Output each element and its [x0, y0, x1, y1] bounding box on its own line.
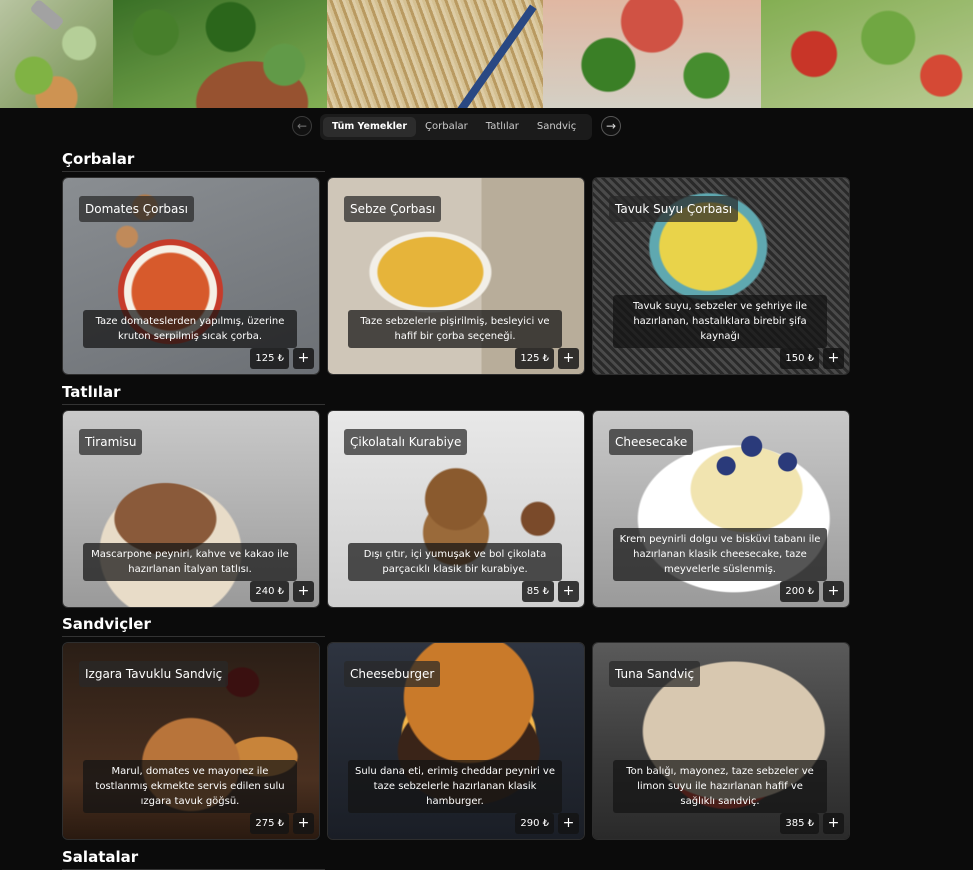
- dish-description: Marul, domates ve mayonez ile tostlanmış…: [83, 760, 297, 813]
- dish-description: Tavuk suyu, sebzeler ve şehriye ile hazı…: [613, 295, 827, 348]
- section-title-salads: Salatalar: [62, 848, 325, 870]
- dish-price: 125 ₺: [515, 348, 554, 369]
- dish-price: 290 ₺: [515, 813, 554, 834]
- dish-name: Tavuk Suyu Çorbası: [609, 196, 739, 222]
- menu-card[interactable]: Sebze Çorbası Taze sebzelerle pişirilmiş…: [327, 177, 585, 375]
- category-tabs: Tüm Yemekler Çorbalar Tatlılar Sandviç: [320, 114, 592, 140]
- add-to-cart-button[interactable]: +: [823, 581, 844, 602]
- hero-image-greens: [113, 0, 327, 108]
- menu-card[interactable]: Izgara Tavuklu Sandviç Marul, domates ve…: [62, 642, 320, 840]
- hero-banner: [0, 0, 973, 108]
- dish-name: Domates Çorbası: [79, 196, 194, 222]
- add-to-cart-button[interactable]: +: [293, 581, 314, 602]
- dish-name: Cheesecake: [609, 429, 694, 455]
- add-to-cart-button[interactable]: +: [558, 348, 579, 369]
- dish-name: Izgara Tavuklu Sandviç: [79, 661, 229, 687]
- dish-description: Krem peynirli dolgu ve bisküvi tabanı il…: [613, 528, 827, 581]
- dish-description: Sulu dana eti, erimiş cheddar peyniri ve…: [348, 760, 562, 813]
- dish-description: Ton balığı, mayonez, taze sebzeler ve li…: [613, 760, 827, 813]
- add-to-cart-button[interactable]: +: [823, 348, 844, 369]
- menu-card[interactable]: Domates Çorbası Taze domateslerden yapıl…: [62, 177, 320, 375]
- dish-price: 85 ₺: [521, 581, 554, 602]
- tab-soups[interactable]: Çorbalar: [416, 117, 477, 137]
- dish-description: Taze domateslerden yapılmış, üzerine kru…: [83, 310, 297, 348]
- add-to-cart-button[interactable]: +: [558, 581, 579, 602]
- menu-card[interactable]: Tiramisu Mascarpone peyniri, kahve ve ka…: [62, 410, 320, 608]
- section-title-sandwiches: Sandviçler: [62, 615, 325, 637]
- add-to-cart-button[interactable]: +: [293, 348, 314, 369]
- arrow-right-icon: →: [605, 119, 617, 133]
- add-to-cart-button[interactable]: +: [823, 813, 844, 834]
- tab-sandwiches[interactable]: Sandviç: [528, 117, 585, 137]
- menu-card[interactable]: Cheesecake Krem peynirli dolgu ve bisküv…: [592, 410, 850, 608]
- dish-description: Mascarpone peyniri, kahve ve kakao ile h…: [83, 543, 297, 581]
- add-to-cart-button[interactable]: +: [293, 813, 314, 834]
- dish-name: Tiramisu: [79, 429, 143, 455]
- dish-description: Dışı çıtır, içi yumuşak ve bol çikolata …: [348, 543, 562, 581]
- tab-desserts[interactable]: Tatlılar: [477, 117, 528, 137]
- section-title-soups: Çorbalar: [62, 150, 325, 172]
- arrow-left-icon: ←: [296, 119, 308, 133]
- scroll-right-button[interactable]: →: [601, 116, 621, 136]
- add-to-cart-button[interactable]: +: [558, 813, 579, 834]
- menu-card[interactable]: Çikolatalı Kurabiye Dışı çıtır, içi yumu…: [327, 410, 585, 608]
- section-title-desserts: Tatlılar: [62, 383, 325, 405]
- hero-image-tomato-salad: [761, 0, 973, 108]
- dish-name: Sebze Çorbası: [344, 196, 442, 222]
- hero-image-pasta: [327, 0, 543, 108]
- dish-price: 125 ₺: [250, 348, 289, 369]
- dish-name: Tuna Sandviç: [609, 661, 701, 687]
- menu-card[interactable]: Cheeseburger Sulu dana eti, erimiş chedd…: [327, 642, 585, 840]
- dish-price: 385 ₺: [780, 813, 819, 834]
- tab-all-dishes[interactable]: Tüm Yemekler: [323, 117, 417, 137]
- hero-image-basil: [543, 0, 761, 108]
- dish-price: 275 ₺: [250, 813, 289, 834]
- dish-price: 240 ₺: [250, 581, 289, 602]
- dish-price: 200 ₺: [780, 581, 819, 602]
- dish-price: 150 ₺: [780, 348, 819, 369]
- menu-card[interactable]: Tuna Sandviç Ton balığı, mayonez, taze s…: [592, 642, 850, 840]
- dish-name: Cheeseburger: [344, 661, 441, 687]
- scroll-left-button[interactable]: ←: [292, 116, 312, 136]
- menu-card[interactable]: Tavuk Suyu Çorbası Tavuk suyu, sebzeler …: [592, 177, 850, 375]
- hero-image-salad: [0, 0, 113, 108]
- dish-name: Çikolatalı Kurabiye: [344, 429, 468, 455]
- dish-description: Taze sebzelerle pişirilmiş, besleyici ve…: [348, 310, 562, 348]
